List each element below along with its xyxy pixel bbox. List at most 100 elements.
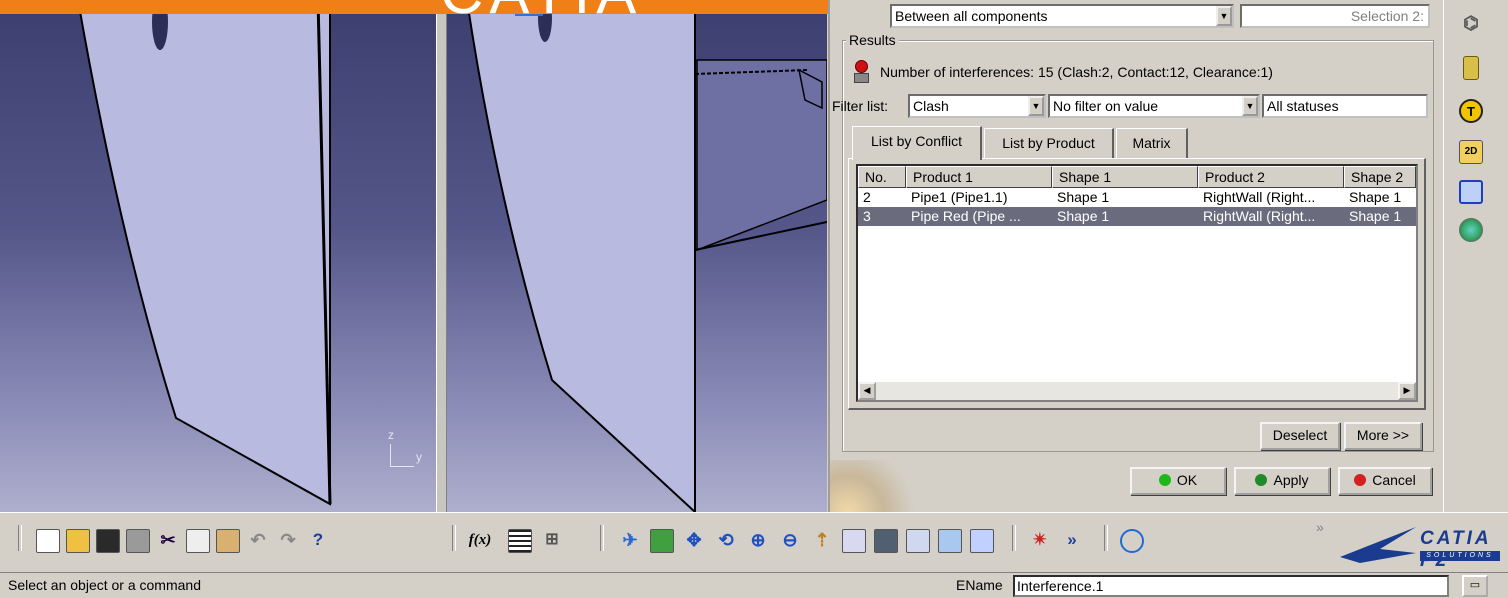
- filter-type-value: Clash: [913, 98, 949, 114]
- bottom-toolbar: ✂ ↶ ↷ ? f(x) ⊞ ✈ ✥ ⟲ ⊕ ⊖ ⇡ ✴ » » CATIA P…: [0, 512, 1508, 572]
- selection2-field[interactable]: Selection 2:: [1240, 4, 1430, 28]
- viewport-right[interactable]: [447, 0, 827, 512]
- target-icon[interactable]: [1120, 529, 1144, 553]
- status-filter-combo[interactable]: All statuses: [1262, 94, 1428, 118]
- table-row[interactable]: 2 Pipe1 (Pipe1.1) Shape 1 RightWall (Rig…: [858, 188, 1416, 207]
- measure-icon[interactable]: [1463, 56, 1479, 80]
- viewport-left-geometry: [76, 0, 332, 506]
- right-toolbar: ⌬ T 2D: [1443, 0, 1508, 512]
- ename-input[interactable]: Interference.1: [1013, 575, 1449, 597]
- cell-no: 3: [863, 208, 871, 224]
- clearance-icon[interactable]: ⌬: [1459, 12, 1483, 36]
- redo-icon[interactable]: ↷: [276, 529, 300, 553]
- chevron-down-icon[interactable]: ▼: [1028, 96, 1044, 116]
- table-row[interactable]: 3 Pipe Red (Pipe ... Shape 1 RightWall (…: [858, 207, 1416, 226]
- interference-type-value: Between all components: [895, 8, 1048, 24]
- column-header-product2[interactable]: Product 2: [1198, 166, 1344, 188]
- rotate-icon[interactable]: ⟲: [714, 529, 738, 553]
- next-step-icon[interactable]: »: [1060, 529, 1084, 553]
- axis-indicator: z y: [382, 428, 428, 474]
- scroll-right-icon[interactable]: ▶: [1398, 382, 1416, 400]
- conflict-list[interactable]: No. Product 1 Shape 1 Product 2 Shape 2 …: [856, 164, 1418, 402]
- chevron-down-icon[interactable]: ▼: [1216, 6, 1232, 26]
- cell-shape2: Shape 1: [1349, 208, 1402, 224]
- cell-shape1: Shape 1: [1057, 208, 1110, 224]
- conflict-list-header: No. Product 1 Shape 1 Product 2 Shape 2: [858, 166, 1416, 188]
- copy-icon[interactable]: [186, 529, 210, 553]
- quick-view-icon[interactable]: [874, 529, 898, 553]
- cell-shape1: Shape 1: [1057, 189, 1110, 205]
- chevron-down-icon[interactable]: ▼: [1242, 96, 1258, 116]
- zoom-in-icon[interactable]: ⊕: [746, 529, 770, 553]
- clash-analysis-icon[interactable]: [1459, 218, 1483, 242]
- tab-matrix[interactable]: Matrix: [1116, 128, 1188, 158]
- hide-show-icon[interactable]: [938, 529, 962, 553]
- dialog-decoration: [830, 460, 920, 512]
- help-icon[interactable]: ?: [306, 529, 330, 553]
- more-button[interactable]: More >>: [1344, 422, 1422, 450]
- multi-view-icon[interactable]: [842, 529, 866, 553]
- cancel-icon: [1354, 474, 1367, 486]
- save-icon[interactable]: [96, 529, 120, 553]
- annotation-icon[interactable]: T: [1459, 99, 1483, 123]
- column-header-shape2[interactable]: Shape 2: [1344, 166, 1416, 188]
- tab-label: Matrix: [1132, 135, 1171, 151]
- toolbar-separator: [452, 525, 456, 551]
- column-header-no[interactable]: No.: [858, 166, 906, 188]
- ok-label: OK: [1176, 472, 1198, 488]
- ename-label: EName: [956, 577, 1003, 593]
- banner-text: CATIA V5R10: [440, 0, 842, 14]
- normal-view-icon[interactable]: ⇡: [810, 529, 834, 553]
- zoom-out-icon[interactable]: ⊖: [778, 529, 802, 553]
- shading-icon[interactable]: [906, 529, 930, 553]
- column-header-shape1[interactable]: Shape 1: [1052, 166, 1198, 188]
- deselect-button[interactable]: Deselect: [1260, 422, 1340, 450]
- ok-button[interactable]: OK: [1130, 467, 1226, 495]
- cell-shape2: Shape 1: [1349, 189, 1402, 205]
- interference-summary: Number of interferences: 15 (Clash:2, Co…: [880, 64, 1273, 80]
- cut-section-icon[interactable]: [1459, 180, 1483, 204]
- toolbar-separator: [18, 525, 22, 551]
- tab-label: List by Conflict: [870, 133, 963, 149]
- apply-label: Apply: [1273, 472, 1309, 488]
- column-header-product1[interactable]: Product 1: [906, 166, 1052, 188]
- apply-button[interactable]: Apply: [1234, 467, 1330, 495]
- cell-no: 2: [863, 189, 871, 205]
- deselect-label: Deselect: [1272, 427, 1328, 443]
- catia-logo-text: CATIA P2: [1420, 528, 1491, 571]
- clash-icon[interactable]: ✴: [1028, 529, 1052, 553]
- cut-icon[interactable]: ✂: [156, 529, 180, 553]
- formula-icon[interactable]: f(x): [468, 529, 492, 553]
- cell-product1: Pipe Red (Pipe ...: [911, 208, 1021, 224]
- value-filter-combo[interactable]: No filter on value ▼: [1048, 94, 1260, 118]
- fit-all-icon[interactable]: [650, 529, 674, 553]
- command-window-icon[interactable]: ▭: [1462, 575, 1488, 597]
- filter-type-combo[interactable]: Clash ▼: [908, 94, 1046, 118]
- paste-icon[interactable]: [216, 529, 240, 553]
- tab-list-by-product[interactable]: List by Product: [984, 128, 1114, 158]
- table-icon[interactable]: [508, 529, 532, 553]
- swap-space-icon[interactable]: [970, 529, 994, 553]
- viewport-right-geometry: [465, 0, 827, 512]
- new-file-icon[interactable]: [36, 529, 60, 553]
- undo-icon[interactable]: ↶: [246, 529, 270, 553]
- interference-type-combo[interactable]: Between all components ▼: [890, 4, 1234, 28]
- cancel-button[interactable]: Cancel: [1338, 467, 1432, 495]
- scroll-left-icon[interactable]: ◀: [858, 382, 876, 400]
- catia-logo-subtitle: SOLUTIONS: [1420, 551, 1500, 561]
- selection2-label: Selection 2:: [1350, 8, 1424, 24]
- tab-label: List by Product: [1002, 135, 1095, 151]
- status-filter-value: All statuses: [1267, 98, 1339, 114]
- toolbar-overflow-icon[interactable]: »: [1316, 519, 1324, 535]
- print-icon[interactable]: [126, 529, 150, 553]
- tree-icon[interactable]: ⊞: [540, 529, 564, 553]
- tab-list-by-conflict[interactable]: List by Conflict: [852, 126, 982, 160]
- horizontal-scrollbar[interactable]: ◀ ▶: [858, 382, 1416, 400]
- open-folder-icon[interactable]: [66, 529, 90, 553]
- fly-mode-icon[interactable]: ✈: [618, 529, 642, 553]
- viewport-left[interactable]: z y: [0, 0, 436, 512]
- viewport-splitter[interactable]: [436, 0, 447, 512]
- pan-icon[interactable]: ✥: [682, 529, 706, 553]
- 2d-view-icon[interactable]: 2D: [1459, 140, 1483, 164]
- toolbar-separator: [1012, 525, 1016, 551]
